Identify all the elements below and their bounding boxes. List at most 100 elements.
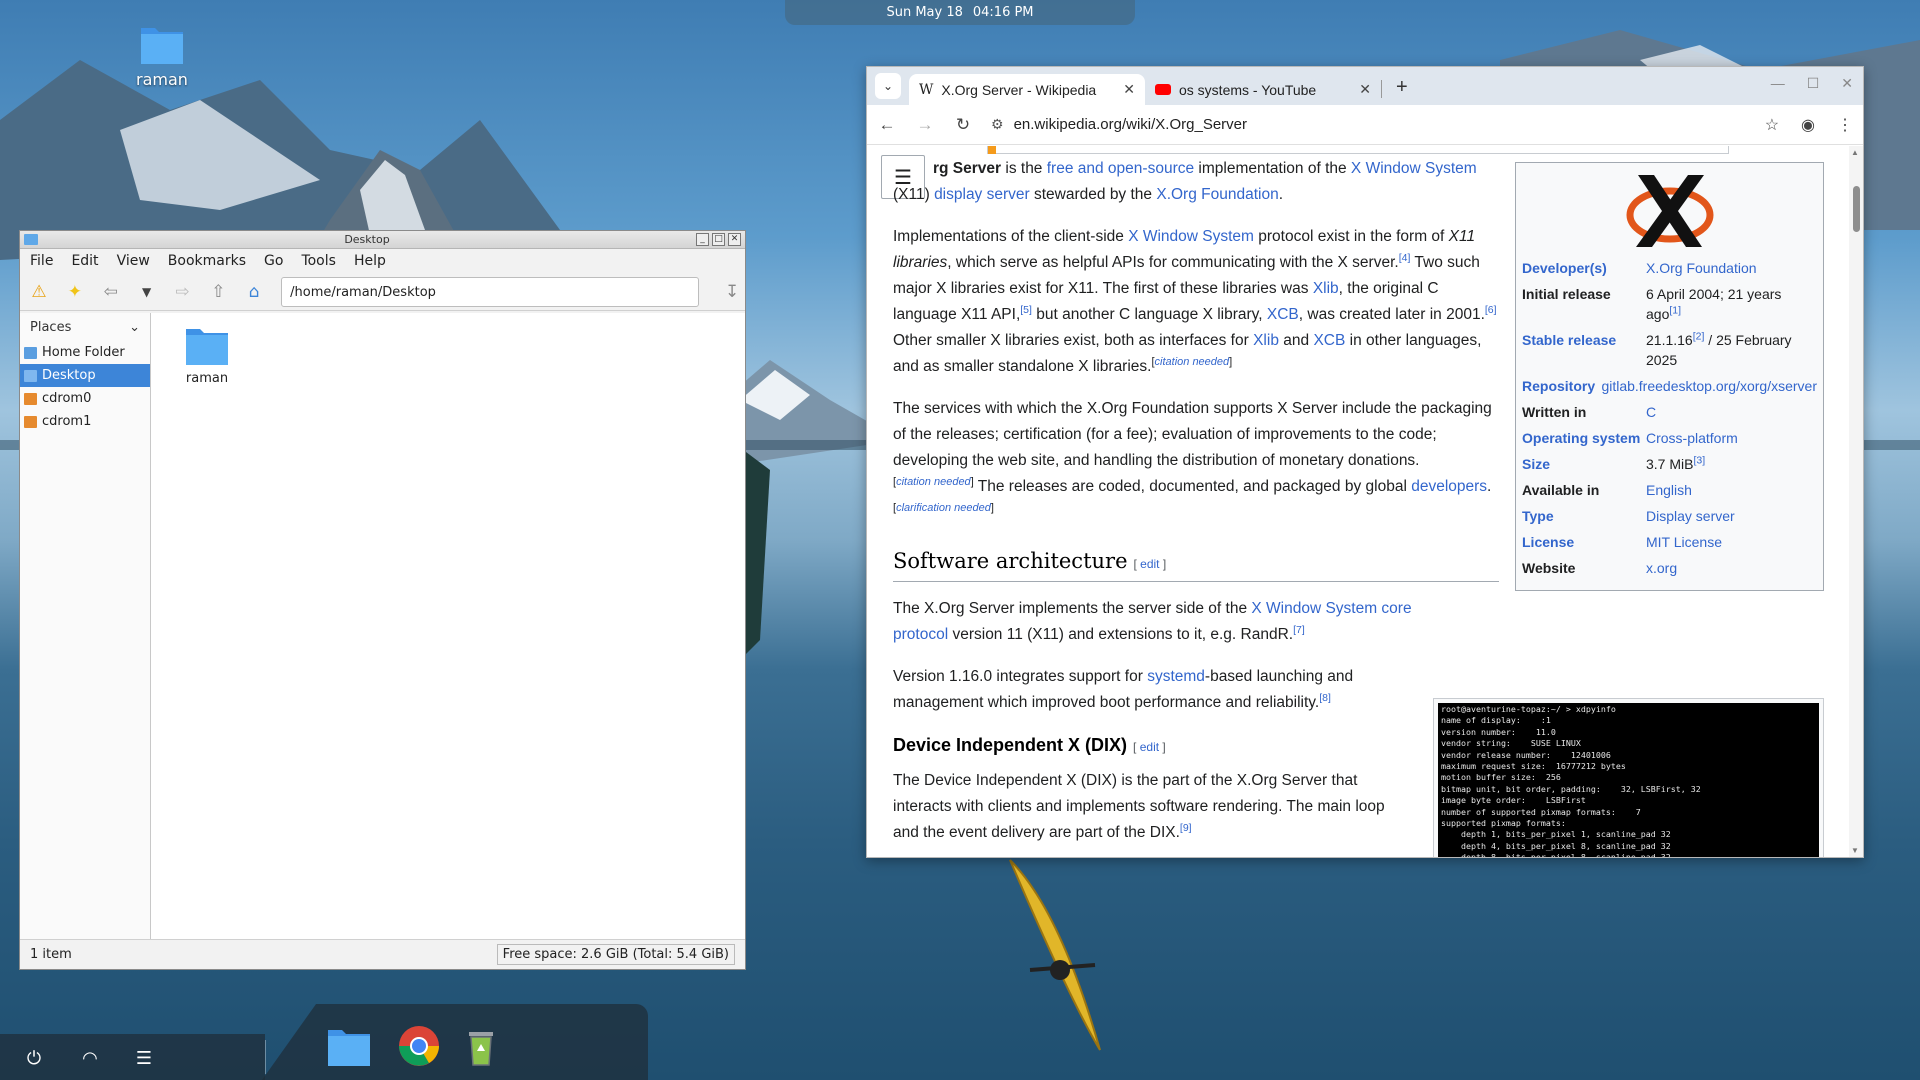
- forward-icon[interactable]: →: [915, 115, 935, 135]
- maximize-button[interactable]: □: [712, 233, 725, 246]
- up-icon[interactable]: ⇧: [205, 279, 231, 305]
- infobox-reference[interactable]: [1]: [1669, 304, 1681, 316]
- menu-view[interactable]: View: [117, 253, 150, 269]
- edit-section-link[interactable]: edit: [1140, 557, 1159, 571]
- sidebar-item-home[interactable]: Home Folder: [20, 341, 150, 364]
- close-button[interactable]: ✕: [728, 233, 741, 246]
- back-icon[interactable]: ←: [877, 115, 897, 135]
- link-xcb[interactable]: XCB: [1267, 306, 1299, 323]
- forward-icon[interactable]: ⇨: [170, 279, 196, 305]
- page-viewport[interactable]: ☰ rg Server is the free and open-source …: [867, 146, 1849, 857]
- reference-9[interactable]: [9]: [1180, 822, 1192, 834]
- link-x-window-system[interactable]: X Window System: [1351, 160, 1477, 177]
- reload-icon[interactable]: ↻: [953, 115, 973, 135]
- link-developers[interactable]: developers: [1411, 478, 1487, 495]
- file-manager-titlebar[interactable]: Desktop _ □ ✕: [20, 231, 745, 249]
- more-menu-icon[interactable]: ⋮: [1837, 115, 1853, 135]
- places-header[interactable]: Places ⌄: [20, 313, 150, 341]
- citation-needed-link[interactable]: citation needed: [1155, 356, 1230, 368]
- profile-icon[interactable]: ◉: [1801, 115, 1815, 135]
- infobox-value: 21.1.16[2] / 25 February 2025: [1646, 330, 1817, 370]
- infobox-key: Repository: [1522, 378, 1596, 394]
- reference-5[interactable]: [5]: [1020, 304, 1032, 316]
- infobox-row: Repository gitlab.freedesktop.org/xorg/xs…: [1522, 376, 1817, 396]
- xdpyinfo-screenshot[interactable]: root@aventurine-topaz:~/ > xdpyinfo name…: [1433, 698, 1824, 857]
- infobox-reference[interactable]: [2]: [1693, 330, 1705, 342]
- tab-search-icon[interactable]: ⌄: [875, 73, 901, 99]
- minimize-button[interactable]: —: [1771, 75, 1785, 92]
- sidebar-item-desktop[interactable]: Desktop: [20, 364, 150, 387]
- menu-help[interactable]: Help: [354, 253, 386, 269]
- infobox-value-text[interactable]: gitlab.freedesktop.org/xorg/xserver: [1601, 378, 1817, 394]
- new-tab-button[interactable]: +: [1396, 76, 1408, 99]
- file-manager-icon[interactable]: [326, 1024, 372, 1068]
- reference-7[interactable]: [7]: [1293, 624, 1305, 636]
- menu-bookmarks[interactable]: Bookmarks: [168, 253, 246, 269]
- link-xlib[interactable]: Xlib: [1253, 332, 1279, 349]
- infobox-key: Written in: [1522, 404, 1587, 420]
- link-display-server[interactable]: display server: [934, 186, 1030, 203]
- infobox-value-text[interactable]: MIT License: [1646, 534, 1722, 550]
- desktop-folder-raman[interactable]: raman: [130, 22, 194, 89]
- reference-8[interactable]: [8]: [1319, 692, 1331, 704]
- home-icon[interactable]: ⌂: [241, 279, 267, 305]
- wifi-icon[interactable]: ◠: [76, 1044, 104, 1072]
- file-item-raman[interactable]: raman: [177, 323, 237, 386]
- sidebar-item-cdrom0[interactable]: cdrom0: [20, 387, 150, 410]
- new-folder-icon[interactable]: ✦: [62, 279, 88, 305]
- menu-go[interactable]: Go: [264, 253, 283, 269]
- warning-icon[interactable]: ⚠: [26, 279, 52, 305]
- link-free-software[interactable]: free and open-source: [1047, 160, 1194, 177]
- bookmark-star-icon[interactable]: ☆: [1765, 115, 1779, 135]
- infobox-value-text[interactable]: C: [1646, 404, 1656, 420]
- power-icon[interactable]: ⏻: [20, 1044, 48, 1072]
- clarification-needed-link[interactable]: clarification needed: [896, 502, 991, 514]
- link-xlib[interactable]: Xlib: [1313, 280, 1339, 297]
- go-icon[interactable]: ↧: [719, 279, 745, 305]
- history-dropdown-icon[interactable]: ▼: [134, 279, 160, 305]
- link-x-window-system[interactable]: X Window System: [1128, 228, 1254, 245]
- location-field[interactable]: /home/raman/Desktop: [281, 276, 700, 307]
- edit-section-link[interactable]: edit: [1140, 740, 1159, 754]
- infobox-value-text[interactable]: Cross-platform: [1646, 430, 1738, 446]
- tab-youtube[interactable]: os systems - YouTube ✕: [1145, 74, 1381, 105]
- infobox-row: Initial release 6 April 2004; 21 years ag…: [1522, 284, 1817, 324]
- tab-wikipedia[interactable]: W X.Org Server - Wikipedia ✕: [909, 74, 1145, 105]
- site-info-icon[interactable]: ⚙: [991, 116, 1004, 133]
- chrome-icon[interactable]: [396, 1024, 442, 1068]
- infobox-value-text[interactable]: Display server: [1646, 508, 1735, 524]
- scrollbar-thumb[interactable]: [1853, 186, 1860, 232]
- menu-tools[interactable]: Tools: [301, 253, 336, 269]
- close-button[interactable]: ✕: [1841, 75, 1853, 92]
- citation-needed-link[interactable]: citation needed: [896, 476, 971, 488]
- link-systemd[interactable]: systemd: [1147, 668, 1205, 685]
- paragraph-systemd: Version 1.16.0 integrates support for sy…: [893, 668, 1354, 711]
- top-bar-clock[interactable]: Sun May 18 04:16 PM: [785, 0, 1135, 25]
- sidebar-item-label: Home Folder: [42, 345, 125, 360]
- back-icon[interactable]: ⇦: [98, 279, 124, 305]
- maximize-button[interactable]: ☐: [1807, 75, 1820, 92]
- minimize-button[interactable]: _: [696, 233, 709, 246]
- infobox-value-text[interactable]: X.Org Foundation: [1646, 260, 1757, 276]
- youtube-icon: [1155, 84, 1171, 95]
- menu-edit[interactable]: Edit: [71, 253, 98, 269]
- file-view[interactable]: raman: [151, 313, 745, 939]
- trash-icon[interactable]: [458, 1024, 504, 1068]
- infobox-reference[interactable]: [3]: [1693, 454, 1705, 466]
- reference-4[interactable]: [4]: [1399, 252, 1411, 264]
- chevron-down-icon[interactable]: ⌄: [129, 320, 140, 335]
- sidebar-item-cdrom1[interactable]: cdrom1: [20, 410, 150, 433]
- settings-toggle-icon[interactable]: ☰: [130, 1044, 158, 1072]
- infobox-value-text[interactable]: x.org: [1646, 560, 1677, 576]
- infobox-value: 3.7 MiB[3]: [1646, 454, 1817, 474]
- infobox-value-text[interactable]: English: [1646, 482, 1692, 498]
- close-tab-icon[interactable]: ✕: [1359, 81, 1371, 98]
- link-xcb[interactable]: XCB: [1313, 332, 1345, 349]
- scrollbar[interactable]: ▲ ▼: [1849, 146, 1863, 857]
- address-bar[interactable]: ⚙ en.wikipedia.org/wiki/X.Org_Server: [991, 116, 1747, 133]
- reference-6[interactable]: [6]: [1485, 304, 1497, 316]
- menu-file[interactable]: File: [30, 253, 53, 269]
- infobox-value: Cross-platform: [1646, 428, 1817, 448]
- link-xorg-foundation[interactable]: X.Org Foundation: [1156, 186, 1278, 203]
- close-tab-icon[interactable]: ✕: [1123, 81, 1135, 98]
